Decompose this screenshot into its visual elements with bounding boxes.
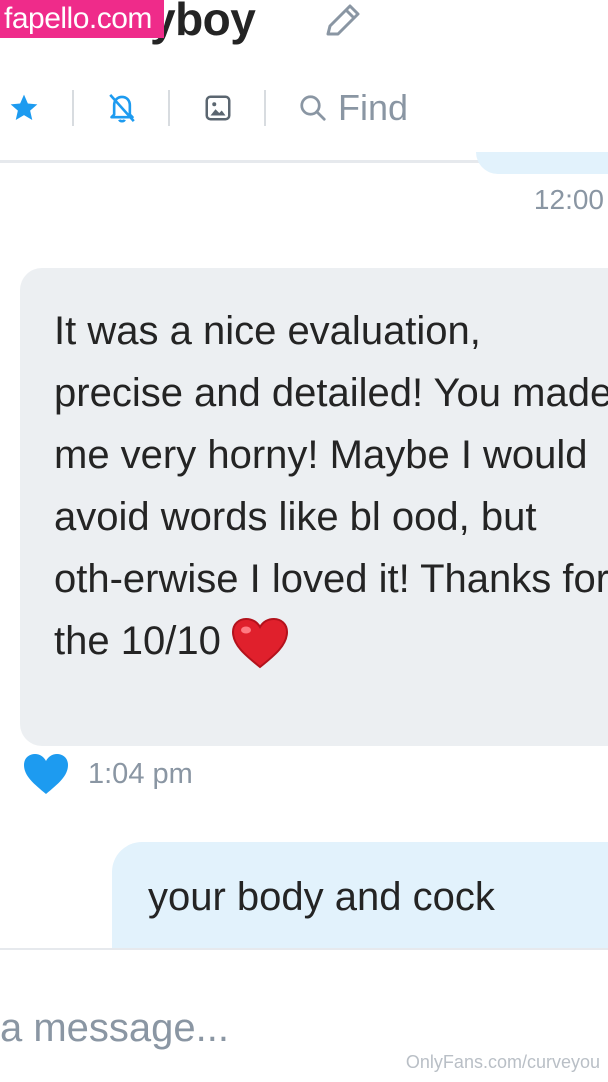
heart-like-icon[interactable]	[22, 752, 70, 796]
star-icon[interactable]	[4, 82, 44, 134]
image-icon[interactable]	[198, 82, 238, 134]
watermark: fapello.com	[0, 0, 164, 38]
toolbar-divider	[72, 90, 74, 126]
outgoing-message-text: your body and cock	[148, 875, 495, 919]
outgoing-message-bubble[interactable]	[476, 152, 608, 174]
watermark-credit: OnlyFans.com/curveyou	[405, 1052, 600, 1072]
pencil-icon[interactable]	[320, 0, 366, 40]
bell-off-icon[interactable]	[102, 82, 142, 134]
message-time: 12:00	[533, 184, 604, 215]
chat-title[interactable]: yboy	[150, 0, 256, 46]
incoming-message-text: It was a nice evaluation, precise and de…	[54, 300, 608, 672]
chat-header: fapello.com yboy Find	[0, 0, 608, 163]
toolbar-divider	[168, 90, 170, 126]
toolbar-divider	[264, 90, 266, 126]
chat-toolbar: Find	[0, 82, 608, 134]
search-icon	[300, 95, 326, 121]
red-heart-emoji	[231, 617, 289, 669]
find-button[interactable]: Find	[298, 82, 438, 134]
message-text: It was a nice evaluation, precise and de…	[54, 309, 608, 663]
message-time: 1:04 pm	[88, 758, 193, 790]
find-label: Find	[338, 87, 409, 128]
message-input[interactable]: a message...	[0, 1006, 229, 1051]
